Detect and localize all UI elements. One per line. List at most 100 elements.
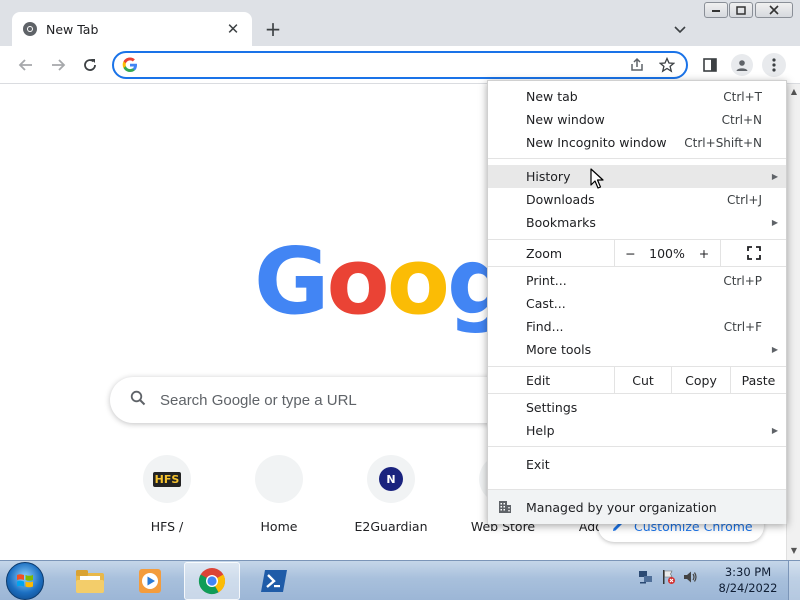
- tab-search-chevron-icon[interactable]: [670, 20, 690, 40]
- zoom-level-value: 100%: [649, 245, 685, 261]
- menu-label: Cast...: [526, 296, 566, 311]
- menu-item-print[interactable]: Print... Ctrl+P: [488, 269, 786, 292]
- menu-label: Exit: [526, 457, 550, 472]
- system-tray: [638, 569, 698, 585]
- show-desktop-button[interactable]: [788, 561, 800, 600]
- bookmark-star-icon[interactable]: [656, 54, 678, 76]
- address-input[interactable]: [146, 54, 618, 76]
- hfs-favicon-icon: HFS: [152, 471, 182, 487]
- profile-avatar-icon[interactable]: [730, 53, 754, 77]
- taskbar-chrome-button[interactable]: [184, 562, 240, 600]
- submenu-arrow-icon: ▶: [771, 218, 778, 227]
- forward-arrow-icon[interactable]: [46, 53, 70, 77]
- shortcut-label: E2Guardian: [354, 519, 428, 534]
- network-icon[interactable]: [638, 569, 654, 585]
- menu-divider: [488, 266, 786, 267]
- menu-label: Find...: [526, 319, 564, 334]
- menu-item-find[interactable]: Find... Ctrl+F: [488, 315, 786, 338]
- taskbar-explorer-button[interactable]: [62, 562, 118, 600]
- menu-divider: [488, 158, 786, 159]
- menu-item-help[interactable]: Help ▶: [488, 419, 786, 442]
- menu-divider: [488, 446, 786, 447]
- menu-item-more-tools[interactable]: More tools ▶: [488, 338, 786, 361]
- shortcut-tile: HFS: [143, 455, 191, 503]
- submenu-arrow-icon: ▶: [771, 172, 778, 181]
- close-window-button[interactable]: [755, 2, 793, 18]
- menu-item-managed-by-organization[interactable]: Managed by your organization: [488, 489, 786, 524]
- menu-item-bookmarks[interactable]: Bookmarks ▶: [488, 211, 786, 234]
- taskbar-powershell-button[interactable]: [246, 562, 302, 600]
- menu-shortcut: Ctrl+Shift+N: [684, 135, 762, 150]
- avatar: [731, 54, 753, 76]
- menu-item-downloads[interactable]: Downloads Ctrl+J: [488, 188, 786, 211]
- tab-title: New Tab: [46, 21, 99, 37]
- menu-row-edit: Edit Cut Copy Paste: [488, 367, 786, 393]
- submenu-arrow-icon: ▶: [771, 426, 778, 435]
- menu-item-history[interactable]: History ▶: [488, 165, 786, 188]
- menu-item-new-incognito-window[interactable]: New Incognito window Ctrl+Shift+N: [488, 131, 786, 154]
- copy-button[interactable]: Copy: [671, 367, 730, 393]
- volume-icon[interactable]: [682, 569, 698, 585]
- clock-date: 8/24/2022: [718, 581, 778, 595]
- menu-label: New Incognito window: [526, 135, 667, 150]
- tab-new-tab[interactable]: New Tab ✕: [12, 12, 252, 46]
- shortcut-tile: [255, 455, 303, 503]
- edit-label: Edit: [526, 372, 551, 388]
- menu-label: Settings: [526, 400, 578, 415]
- taskbar-clock[interactable]: 3:30 PM 8/24/2022: [712, 564, 784, 596]
- zoom-in-button[interactable]: +: [688, 240, 720, 266]
- menu-shortcut: Ctrl+P: [723, 273, 762, 288]
- paste-button[interactable]: Paste: [730, 367, 786, 393]
- shortcut-home[interactable]: Home: [224, 455, 334, 534]
- menu-label: Print...: [526, 273, 567, 288]
- chrome-favicon-icon: [22, 21, 38, 37]
- zoom-label: Zoom: [526, 245, 563, 261]
- scroll-down-arrow-icon[interactable]: ▼: [789, 546, 799, 556]
- menu-item-cast[interactable]: Cast...: [488, 292, 786, 315]
- minimize-button[interactable]: [704, 2, 728, 18]
- powershell-icon: [261, 570, 287, 592]
- shortcut-label: Home: [260, 519, 298, 534]
- menu-label: Help: [526, 423, 555, 438]
- menu-label: Downloads: [526, 192, 595, 207]
- cut-button[interactable]: Cut: [614, 367, 671, 393]
- tab-strip: New Tab ✕ +: [0, 0, 800, 46]
- shortcut-e2guardian[interactable]: N E2Guardian: [336, 455, 446, 534]
- tab-close-icon[interactable]: ✕: [224, 20, 242, 38]
- menu-item-new-window[interactable]: New window Ctrl+N: [488, 108, 786, 131]
- menu-shortcut: Ctrl+T: [723, 89, 762, 104]
- new-tab-button[interactable]: +: [262, 17, 284, 41]
- reload-icon[interactable]: [78, 53, 102, 77]
- start-button[interactable]: [6, 562, 44, 600]
- menu-label: Managed by your organization: [526, 499, 717, 515]
- omnibox[interactable]: [112, 51, 688, 79]
- menu-item-settings[interactable]: Settings: [488, 396, 786, 419]
- scroll-up-arrow-icon[interactable]: ▲: [789, 87, 799, 97]
- search-icon: [130, 390, 146, 410]
- menu-item-exit[interactable]: Exit: [488, 453, 786, 476]
- chrome-icon: [198, 568, 226, 595]
- media-player-icon: [139, 569, 161, 593]
- maximize-button[interactable]: [729, 2, 753, 18]
- zoom-out-button[interactable]: −: [614, 240, 646, 266]
- shortcut-tile: N: [367, 455, 415, 503]
- share-icon[interactable]: [626, 54, 648, 76]
- menu-item-new-tab[interactable]: New tab Ctrl+T: [488, 85, 786, 108]
- menu-shortcut: Ctrl+F: [723, 319, 762, 334]
- submenu-arrow-icon: ▶: [771, 345, 778, 354]
- menu-shortcut: Ctrl+N: [721, 112, 762, 127]
- taskbar-media-player-button[interactable]: [122, 562, 178, 600]
- page-scrollbar[interactable]: ▲ ▼: [786, 84, 800, 560]
- windows-logo-icon: [17, 574, 33, 588]
- building-icon: [498, 500, 512, 514]
- back-arrow-icon[interactable]: [14, 53, 38, 77]
- side-panel-icon[interactable]: [698, 53, 722, 77]
- menu-label: New window: [526, 112, 605, 127]
- browser-toolbar: [0, 46, 800, 84]
- menu-label: New tab: [526, 89, 578, 104]
- kebab-menu-icon[interactable]: [762, 53, 786, 77]
- fullscreen-icon[interactable]: [720, 240, 786, 266]
- search-input[interactable]: [160, 391, 460, 409]
- shortcut-hfs[interactable]: HFS HFS /: [112, 455, 222, 534]
- action-center-flag-icon[interactable]: [660, 569, 676, 585]
